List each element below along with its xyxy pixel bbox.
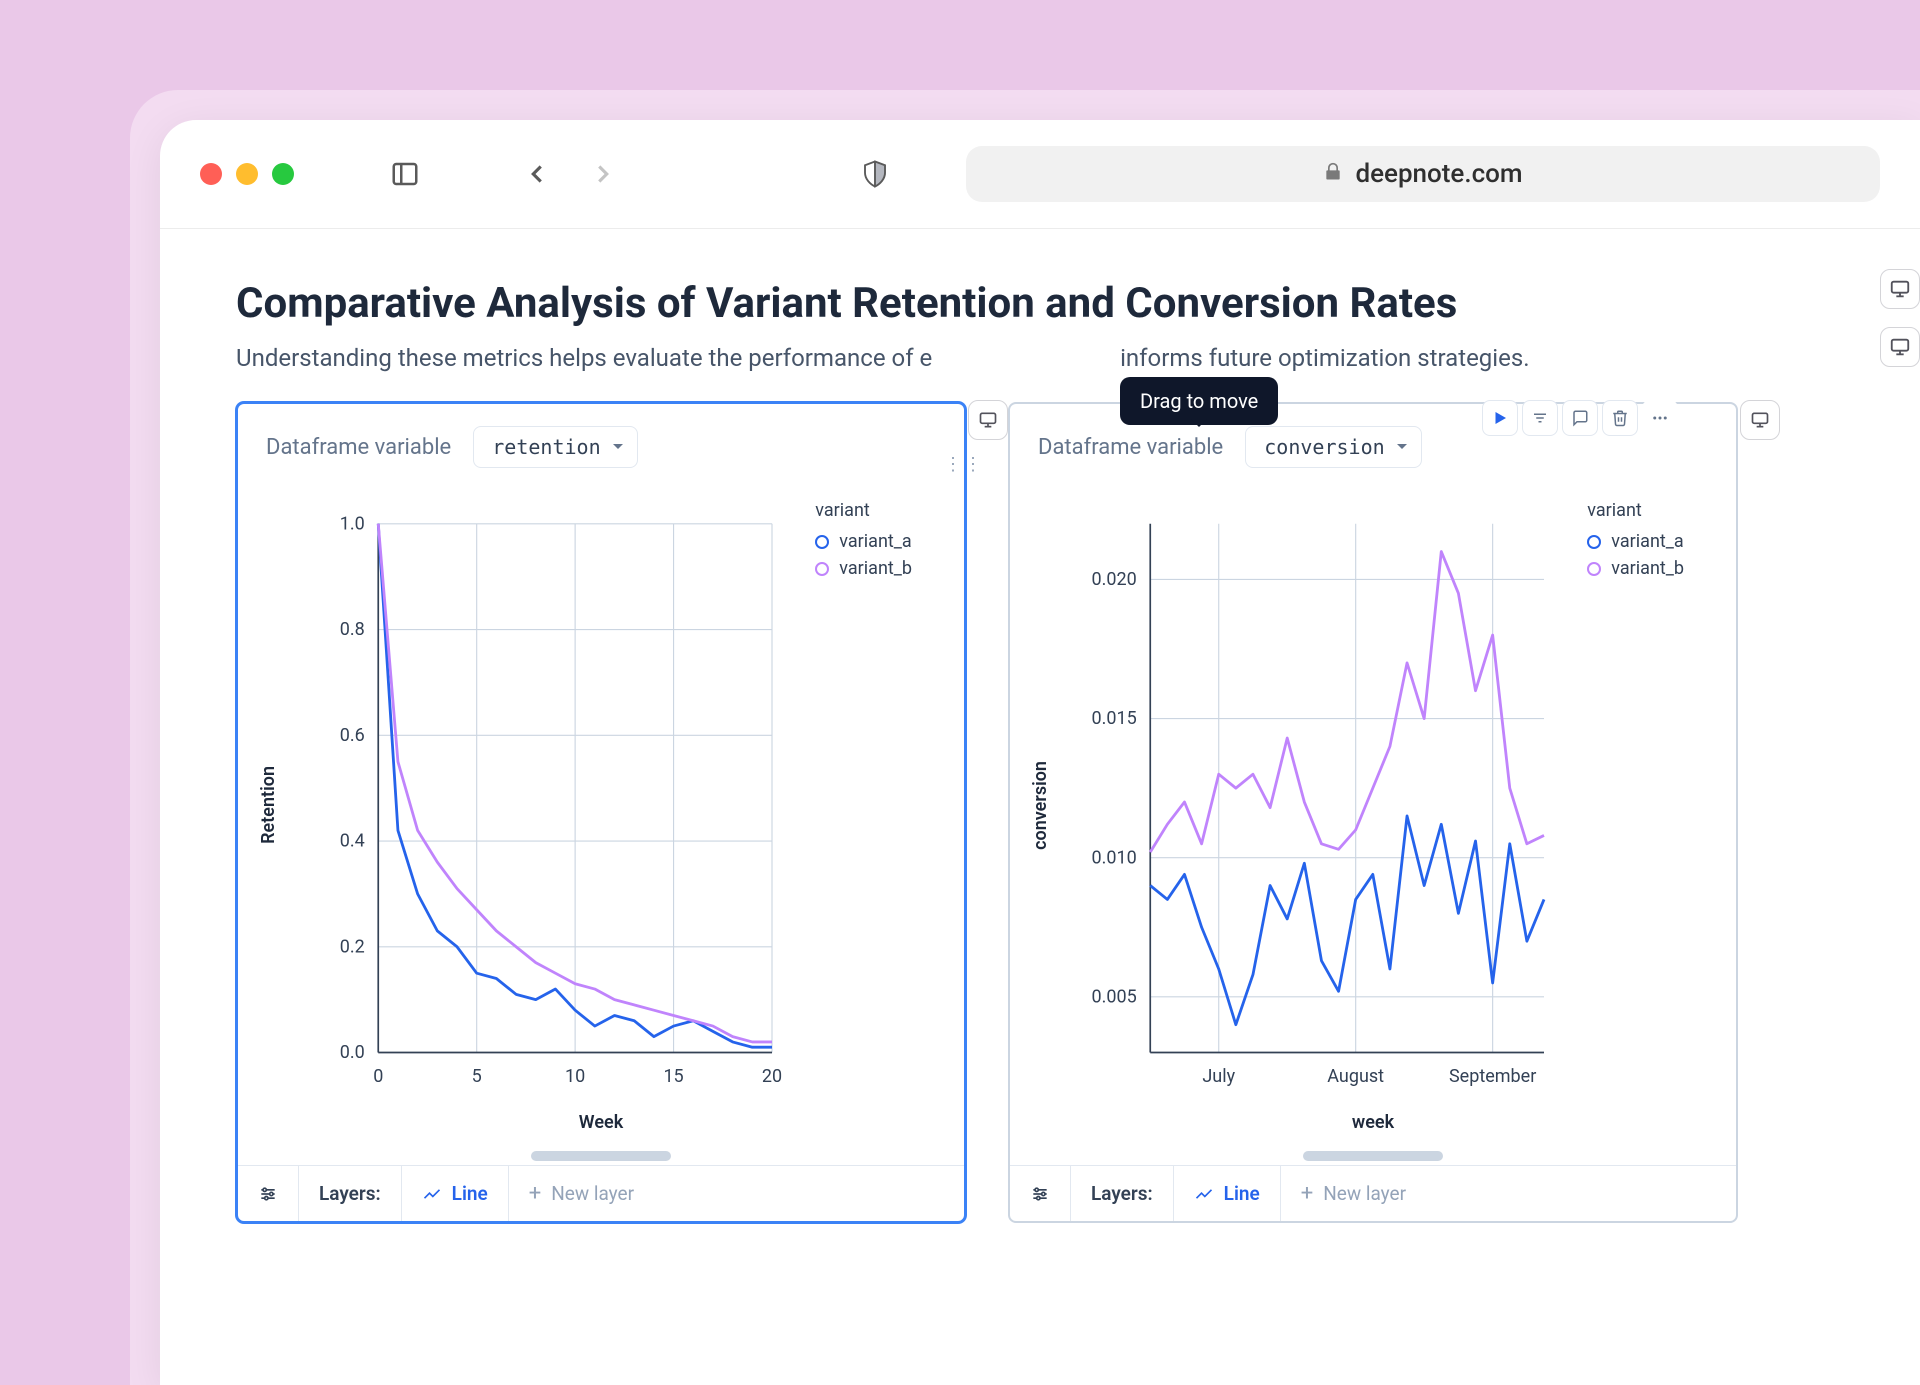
url-text: deepnote.com [1355, 159, 1522, 189]
add-layer-button[interactable]: +New layer [509, 1166, 654, 1221]
svg-text:0.010: 0.010 [1092, 847, 1137, 868]
y-axis-label: Retention [258, 766, 279, 844]
legend-title: variant [815, 500, 912, 521]
traffic-lights [200, 163, 294, 185]
svg-text:10: 10 [565, 1066, 585, 1087]
settings-button[interactable] [238, 1166, 299, 1221]
dataframe-label: Dataframe variable [266, 435, 451, 460]
legend-a: variant_a [839, 531, 911, 552]
svg-text:0.6: 0.6 [340, 725, 365, 746]
card-display-toggle[interactable] [1740, 400, 1780, 440]
chart-scrollbar[interactable] [1273, 1151, 1473, 1161]
display-mode-button-1[interactable] [1880, 269, 1920, 309]
svg-text:20: 20 [762, 1066, 782, 1087]
y-axis-label: conversion [1030, 761, 1051, 850]
svg-text:0: 0 [373, 1066, 383, 1087]
page-title: Comparative Analysis of Variant Retentio… [236, 279, 1860, 328]
svg-text:July: July [1202, 1066, 1235, 1087]
svg-text:September: September [1449, 1066, 1536, 1087]
line-layer-button[interactable]: Line [402, 1166, 509, 1221]
forward-button[interactable] [582, 153, 624, 195]
svg-text:0.005: 0.005 [1092, 986, 1137, 1007]
more-button[interactable] [1642, 400, 1678, 436]
svg-text:15: 15 [663, 1066, 683, 1087]
browser-chrome: deepnote.com [160, 120, 1920, 229]
svg-text:0.0: 0.0 [340, 1042, 365, 1063]
address-bar[interactable]: deepnote.com [966, 146, 1880, 202]
lock-icon [1323, 162, 1343, 186]
add-layer-button[interactable]: +New layer [1281, 1166, 1426, 1221]
layers-label: Layers: [299, 1166, 402, 1221]
filter-button[interactable] [1522, 400, 1558, 436]
svg-text:0.8: 0.8 [340, 619, 365, 640]
back-button[interactable] [516, 153, 558, 195]
svg-text:0.020: 0.020 [1092, 569, 1137, 590]
legend-b: variant_b [1611, 558, 1684, 579]
page-subtitle: Understanding these metrics helps evalua… [236, 344, 1860, 372]
close-window-button[interactable] [200, 163, 222, 185]
svg-text:1.0: 1.0 [340, 513, 365, 534]
display-mode-button-2[interactable] [1880, 327, 1920, 367]
settings-button[interactable] [1010, 1166, 1071, 1221]
chart-scrollbar[interactable] [501, 1151, 701, 1161]
legend-a: variant_a [1611, 531, 1683, 552]
legend: variant variant_a variant_b [1587, 500, 1684, 585]
svg-text:5: 5 [472, 1066, 482, 1087]
svg-text:August: August [1327, 1066, 1384, 1087]
legend-b: variant_b [839, 558, 912, 579]
legend: variant variant_a variant_b [815, 500, 912, 585]
svg-text:0.2: 0.2 [340, 936, 365, 957]
shield-icon[interactable] [854, 153, 896, 195]
chart-card-retention[interactable]: ⋮⋮ Dataframe variable retention Retentio… [236, 402, 966, 1223]
inner-frame: deepnote.com Comparative Analysis of Var… [130, 90, 1920, 1385]
chart-card-conversion[interactable]: Dataframe variable conversion conversion… [1008, 402, 1738, 1223]
minimize-window-button[interactable] [236, 163, 258, 185]
outer-frame: deepnote.com Comparative Analysis of Var… [0, 0, 1920, 1385]
page-content: Comparative Analysis of Variant Retentio… [160, 229, 1920, 1223]
line-layer-button[interactable]: Line [1174, 1166, 1281, 1221]
dataframe-label: Dataframe variable [1038, 435, 1223, 460]
subtitle-pre: Understanding these metrics helps evalua… [236, 344, 932, 372]
sidebar-toggle-icon[interactable] [384, 153, 426, 195]
svg-text:0.015: 0.015 [1092, 708, 1137, 729]
subtitle-post: informs future optimization strategies. [1120, 344, 1529, 372]
dataframe-select-conversion[interactable]: conversion [1245, 426, 1421, 468]
drag-tooltip: Drag to move [1120, 377, 1278, 425]
dataframe-select-retention[interactable]: retention [473, 426, 637, 468]
browser-window: deepnote.com Comparative Analysis of Var… [160, 120, 1920, 1385]
run-button[interactable] [1482, 400, 1518, 436]
maximize-window-button[interactable] [272, 163, 294, 185]
comment-button[interactable] [1562, 400, 1598, 436]
layers-label: Layers: [1071, 1166, 1174, 1221]
delete-button[interactable] [1602, 400, 1638, 436]
svg-text:0.4: 0.4 [340, 831, 365, 852]
drag-handle-icon[interactable]: ⋮⋮ [944, 454, 984, 475]
legend-title: variant [1587, 500, 1684, 521]
card-display-toggle[interactable] [968, 400, 1008, 440]
